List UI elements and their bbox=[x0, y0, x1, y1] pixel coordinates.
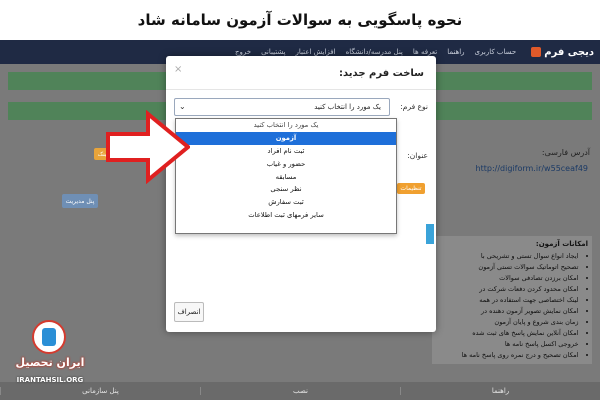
list-item: لینک اختصاصی جهت استفاده در همه bbox=[436, 295, 588, 306]
brand-name: دیجی فرم bbox=[544, 46, 594, 58]
dropdown-option-exam[interactable]: آزمون bbox=[176, 131, 396, 145]
form-type-label: نوع فرم: bbox=[400, 102, 428, 111]
info-strip bbox=[426, 224, 434, 244]
watermark-name: ایران تحصیل bbox=[15, 356, 85, 369]
features-title: امکانات آزمون: bbox=[535, 240, 588, 248]
dropdown-option-contest[interactable]: مسابقه bbox=[176, 171, 396, 184]
list-item: امکان نمایش تصویر آزمون دهنده در bbox=[436, 306, 588, 317]
dropdown-option-other[interactable]: سایر فرمهای ثبت اطلاعات bbox=[176, 209, 396, 222]
features-panel: امکانات آزمون: ایجاد انواع سوال تستی و ت… bbox=[432, 236, 592, 364]
dropdown-option-order[interactable]: ثبت سفارش bbox=[176, 196, 396, 209]
bottom-item-install[interactable]: نصب bbox=[200, 387, 400, 395]
nav-item-pricing[interactable]: تعرفه ها bbox=[413, 48, 437, 56]
form-url[interactable]: http://digiform.ir/w55ceaf49 bbox=[476, 164, 588, 173]
nav-item-account[interactable]: حساب کاربری bbox=[475, 48, 517, 56]
dropdown-option-registration[interactable]: ثبت نام افراد bbox=[176, 145, 396, 158]
banner: نحوه پاسگویی به سوالات آزمون سامانه شاد bbox=[0, 0, 600, 40]
list-item: زمان بندی شروع و پایان آزمون bbox=[436, 317, 588, 328]
nav-item-support[interactable]: پشتیبانی bbox=[261, 48, 285, 56]
close-icon[interactable]: × bbox=[174, 64, 182, 75]
bottom-bar: راهنما نصب پنل سازمانی bbox=[0, 382, 600, 400]
brand[interactable]: دیجی فرم bbox=[531, 47, 594, 58]
cancel-button[interactable]: انصراف bbox=[174, 302, 204, 322]
settings-chip[interactable]: تنظیمات bbox=[397, 183, 425, 194]
list-item: تصحیح اتوماتیک سوالات تستی آزمون bbox=[436, 262, 588, 273]
brand-logo-icon bbox=[531, 47, 542, 57]
annotation-arrow-icon bbox=[106, 110, 190, 184]
dialog-header: ساخت فرم جدید: × bbox=[166, 56, 436, 90]
form-title-label: عنوان: bbox=[407, 151, 428, 160]
form-type-select[interactable]: یک مورد را انتخاب کنید ⌄ bbox=[174, 98, 390, 116]
list-item: امکان برزدن تصادفی سوالات bbox=[436, 273, 588, 284]
list-item: امکان آنلاین نمایش پاسخ های ثبت شده bbox=[436, 328, 588, 339]
manage-panel-button[interactable]: پنل مدیریت bbox=[62, 194, 98, 208]
list-item: امکان محدود کردن دفعات شرکت در bbox=[436, 284, 588, 295]
dropdown-option-survey[interactable]: نظر سنجی bbox=[176, 183, 396, 196]
list-item: امکان تصحیح و درج نمره روی پاسخ نامه ها bbox=[436, 350, 588, 361]
nav-item-help[interactable]: راهنما bbox=[447, 48, 464, 56]
dialog-title: ساخت فرم جدید: bbox=[339, 68, 424, 79]
list-item: خروجی اکسل پاسخ نامه ها bbox=[436, 339, 588, 350]
select-value: یک مورد را انتخاب کنید bbox=[314, 103, 381, 111]
address-label: آدرس فارسی: bbox=[541, 148, 590, 157]
nav-item-school-panel[interactable]: پنل مدرسه/دانشگاه bbox=[346, 48, 403, 56]
school-emblem-icon bbox=[32, 320, 66, 354]
dropdown-option-attendance[interactable]: حضور و غیاب bbox=[176, 158, 396, 171]
watermark-logo: ایران تحصیل IRANTAHSIL.ORG bbox=[10, 318, 90, 392]
features-list: ایجاد انواع سوال تستی و تشریحی با تصحیح … bbox=[436, 251, 588, 361]
list-item: ایجاد انواع سوال تستی و تشریحی با bbox=[436, 251, 588, 262]
dropdown-option-placeholder[interactable]: یک مورد را انتخاب کنید bbox=[176, 119, 396, 132]
nav-item-credit[interactable]: افزایش اعتبار bbox=[296, 48, 336, 56]
banner-title: نحوه پاسگویی به سوالات آزمون سامانه شاد bbox=[137, 11, 463, 29]
bottom-item-help[interactable]: راهنما bbox=[400, 387, 600, 395]
form-type-dropdown[interactable]: یک مورد را انتخاب کنید آزمون ثبت نام افر… bbox=[175, 118, 397, 234]
watermark-site: IRANTAHSIL.ORG bbox=[16, 376, 84, 384]
nav-item-logout[interactable]: خروج bbox=[235, 48, 251, 56]
